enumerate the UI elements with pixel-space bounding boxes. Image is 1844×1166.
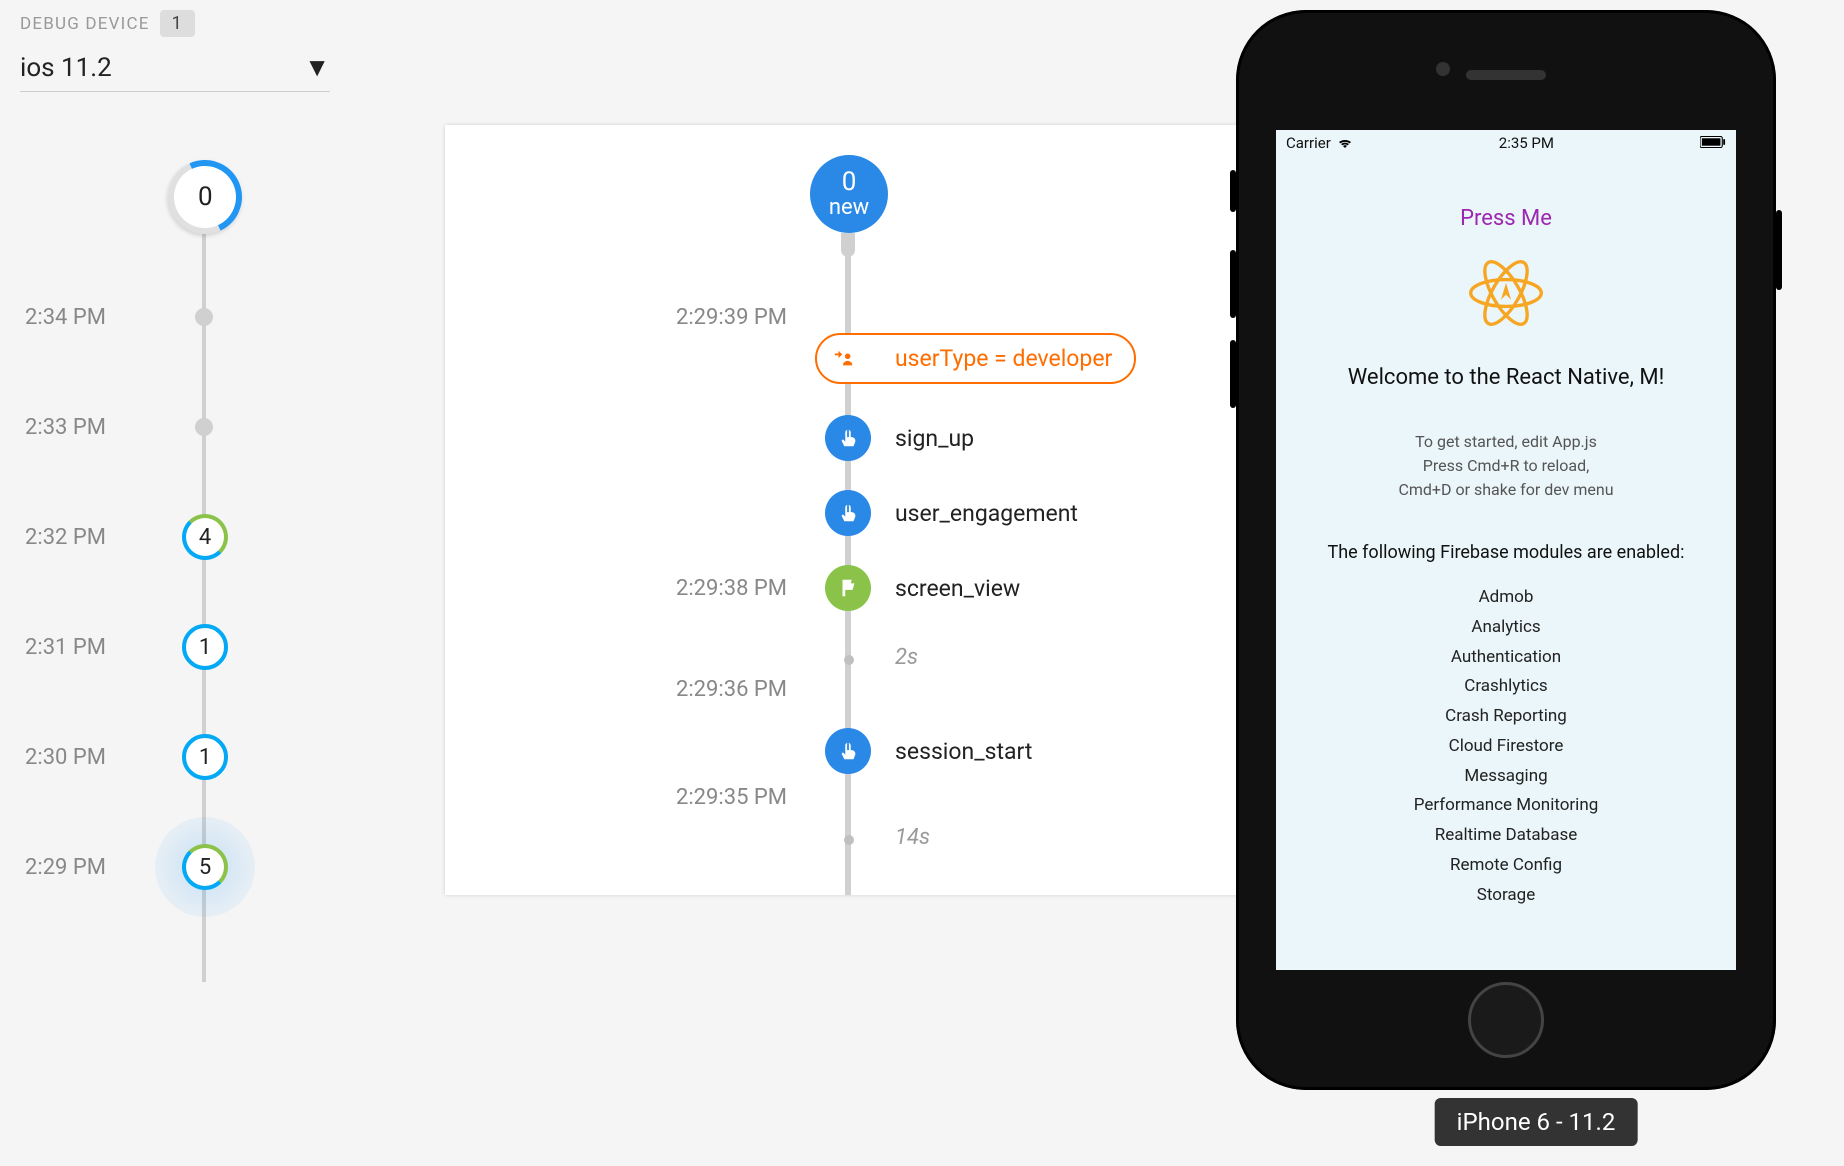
mini-timeline-row[interactable]: 2:33 PM [20,372,400,482]
timestamp: 2:29:39 PM [445,305,815,330]
hint-text: To get started, edit App.js Press Cmd+R … [1290,430,1722,502]
modules-list: AdmobAnalyticsAuthenticationCrashlyticsC… [1290,583,1722,910]
home-button[interactable] [1468,982,1544,1058]
mini-time-label: 2:29 PM [20,855,140,880]
module-item: Admob [1290,583,1722,613]
debug-header: DEBUG DEVICE 1 [20,10,400,37]
module-item: Crashlytics [1290,672,1722,702]
mini-time-label: 2:30 PM [20,745,140,770]
module-item: Crash Reporting [1290,702,1722,732]
timeline-node[interactable]: 4 [182,514,228,560]
simulator-label: iPhone 6 - 11.2 [1435,1098,1638,1146]
timeline-dot [195,308,213,326]
mini-timeline-row[interactable]: 2:30 PM 1 [20,702,400,812]
mini-time-label: 2:31 PM [20,635,140,660]
gap-dot [844,655,854,665]
module-item: Messaging [1290,762,1722,792]
module-item: Remote Config [1290,851,1722,881]
status-bar: Carrier 2:35 PM [1276,130,1736,156]
connector [841,233,855,257]
new-events-bubble[interactable]: 0 new [810,155,888,233]
device-count-badge: 1 [160,10,195,37]
flag-icon [825,565,871,611]
module-item: Authentication [1290,643,1722,673]
device-name: ios 11.2 [20,53,112,83]
timeline-dot [195,418,213,436]
volume-down [1230,340,1236,408]
event-row[interactable]: 2:29:38 PM screen_view [445,565,1265,611]
time-gap: 14s [895,825,930,850]
event-detail-panel: 0 new 2:29:39 PM userType = developer si… [445,125,1265,895]
module-item: Analytics [1290,613,1722,643]
app-content: Press Me Welcome to the React Native, M!… [1276,156,1736,920]
user-property-icon [831,348,857,370]
touch-icon [825,490,871,536]
event-label: session_start [895,738,1032,765]
touch-icon [825,728,871,774]
event-row[interactable]: sign_up [445,415,1265,461]
power-button [1776,210,1782,290]
timestamp-row: 2:29:35 PM [445,785,1265,810]
user-property-pill[interactable]: userType = developer [815,333,1136,384]
module-item: Cloud Firestore [1290,732,1722,762]
simulator-wrap: Carrier 2:35 PM Press Me [1246,0,1826,1160]
battery-icon [1700,134,1726,152]
phone-screen[interactable]: Carrier 2:35 PM Press Me [1276,130,1736,970]
iphone-frame: Carrier 2:35 PM Press Me [1236,10,1776,1090]
debug-title: DEBUG DEVICE [20,14,150,34]
mini-timeline-row[interactable]: 2:32 PM 4 [20,482,400,592]
timeline-node[interactable]: 5 [182,844,228,890]
volume-up [1230,250,1236,318]
welcome-text: Welcome to the React Native, M! [1290,365,1722,390]
mini-time-label: 2:32 PM [20,525,140,550]
mini-time-label: 2:34 PM [20,305,140,330]
mini-timeline-row[interactable]: 2:29 PM 5 [20,812,400,922]
timestamp-row: 2:29:36 PM [445,677,1265,702]
timestamp: 2:29:36 PM [445,677,815,702]
timestamp-row: 2:29:39 PM [445,305,1265,330]
mute-switch [1230,170,1236,212]
touch-icon [825,415,871,461]
status-time: 2:35 PM [1499,134,1554,152]
time-gap: 2s [895,645,918,670]
mini-time-label: 2:33 PM [20,415,140,440]
event-row[interactable]: session_start [445,728,1265,774]
timestamp: 2:29:35 PM [445,785,815,810]
event-label: screen_view [895,575,1020,602]
mini-current-node[interactable]: 0 [158,150,253,245]
timestamp: 2:29:38 PM [445,576,815,601]
mini-timeline-row[interactable]: 2:34 PM [20,262,400,372]
module-item: Performance Monitoring [1290,791,1722,821]
debug-panel: DEBUG DEVICE 1 ios 11.2 ▼ 0 2:34 PM 2:33 … [0,0,420,992]
wifi-icon [1337,134,1353,152]
modules-title: The following Firebase modules are enabl… [1290,542,1722,563]
event-label: user_engagement [895,500,1078,527]
event-label: sign_up [895,425,974,452]
event-row[interactable]: user_engagement [445,490,1265,536]
device-dropdown[interactable]: ios 11.2 ▼ [20,52,330,92]
react-firebase-logo [1464,251,1548,335]
timeline-node[interactable]: 1 [182,734,228,780]
carrier-label: Carrier [1286,134,1331,152]
press-me-button[interactable]: Press Me [1290,206,1722,231]
module-item: Realtime Database [1290,821,1722,851]
mini-current-row[interactable]: 0 [20,132,400,262]
timeline-node[interactable]: 1 [182,624,228,670]
gap-dot [844,835,854,845]
mini-timeline: 0 2:34 PM 2:33 PM 2:32 PM 4 2:31 PM 1 2:30 PM 1… [20,132,400,982]
chevron-down-icon: ▼ [304,52,330,83]
module-item: Storage [1290,881,1722,911]
mini-timeline-row[interactable]: 2:31 PM 1 [20,592,400,702]
